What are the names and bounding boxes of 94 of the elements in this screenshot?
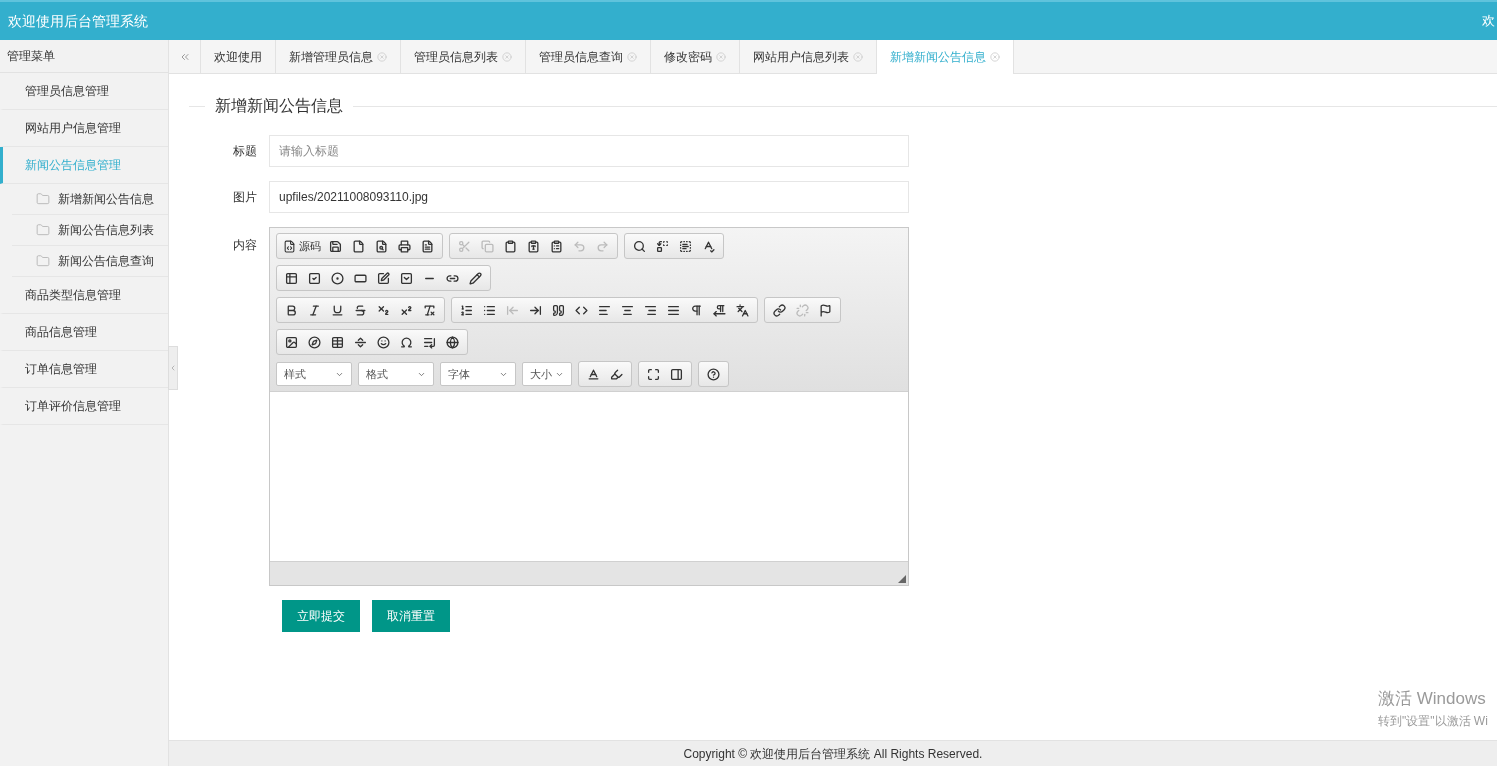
tab[interactable]: 管理员信息列表: [401, 40, 526, 73]
save-icon: [329, 239, 342, 253]
source-button[interactable]: 源码: [280, 235, 324, 257]
form-legend: 新增新闻公告信息: [205, 94, 353, 118]
activation-text: 转到"设置"以激活 Wi: [1378, 712, 1488, 730]
copyright-text: Copyright © 欢迎使用后台管理系统 All Rights Reserved.: [683, 745, 983, 763]
align-right-icon: [644, 303, 657, 317]
form-button[interactable]: 立即提交: [282, 600, 360, 632]
language-icon: [736, 303, 749, 317]
collapse-handle[interactable]: [168, 346, 178, 390]
folder-icon: [36, 254, 50, 268]
underline-icon: [331, 303, 344, 317]
redo-icon: [596, 239, 609, 253]
align-center-icon: [621, 303, 634, 317]
welcome-text: 欢: [1482, 12, 1495, 31]
strikethrough-icon: [354, 303, 367, 317]
form-button[interactable]: 取消重置: [372, 600, 450, 632]
editor-dropdown[interactable]: 字体: [440, 362, 516, 386]
ordered-list-icon: [460, 303, 473, 317]
option-tool-icon: [331, 271, 344, 285]
editor-dropdown[interactable]: 格式: [358, 362, 434, 386]
app-title: 欢迎使用后台管理系统: [8, 11, 148, 31]
special-char-icon: [400, 335, 413, 349]
sidebar-item[interactable]: 商品类型信息管理: [0, 277, 168, 314]
indent-icon: [529, 303, 542, 317]
field-label: 内容: [232, 237, 258, 254]
textarea-icon: [377, 271, 390, 285]
spell-check-icon: [702, 239, 715, 253]
hidden-field-icon: [469, 271, 482, 285]
image-icon: [285, 335, 298, 349]
maximize-icon: [647, 367, 660, 381]
help-icon: [707, 367, 720, 381]
show-blocks-icon: [670, 367, 683, 381]
tab[interactable]: 新增管理员信息: [276, 40, 401, 73]
preview-icon: [375, 239, 388, 253]
anchor-icon: [819, 303, 832, 317]
checkbox-icon: [308, 271, 321, 285]
tab[interactable]: 修改密码: [651, 40, 740, 73]
outdent-icon: [506, 303, 519, 317]
field-label: 图片: [232, 189, 258, 206]
form-icon: [285, 271, 298, 285]
tab[interactable]: 欢迎使用: [201, 40, 276, 73]
search-icon: [633, 239, 646, 253]
justify-icon: [667, 303, 680, 317]
input-field[interactable]: upfiles/20211008093110.jpg: [269, 181, 909, 213]
activation-title: 激活 Windows: [1378, 688, 1487, 710]
editor-dropdown[interactable]: 样式: [276, 362, 352, 386]
select-all-icon: [679, 239, 692, 253]
sidebar-subitem[interactable]: 新闻公告信息查询: [58, 252, 154, 270]
sidebar-subitem[interactable]: 新增新闻公告信息: [58, 190, 154, 208]
subscript-icon: [377, 303, 390, 317]
link-icon: [773, 303, 786, 317]
paste-word-icon: [550, 239, 563, 253]
replace-icon: [656, 239, 669, 253]
paste-icon: [504, 239, 517, 253]
bullet-list-icon: [483, 303, 496, 317]
copy-icon: [481, 239, 494, 253]
text-color-icon: [587, 367, 600, 381]
bold-icon: [285, 303, 298, 317]
sidebar-subitem[interactable]: 新闻公告信息列表: [58, 221, 154, 239]
horizontal-line-icon: [354, 335, 367, 349]
ltr-icon: [690, 303, 703, 317]
sidebar-item[interactable]: 商品信息管理: [0, 314, 168, 351]
sidebar-item[interactable]: 订单评价信息管理: [0, 388, 168, 425]
remove-format-icon: [423, 303, 436, 317]
superscript-icon: [400, 303, 413, 317]
table-icon: [331, 335, 344, 349]
undo-icon: [573, 239, 586, 253]
collapse-icon: [169, 364, 177, 372]
folder-icon: [36, 223, 50, 237]
editor-dropdown[interactable]: 大小: [522, 362, 572, 386]
background-color-icon: [610, 367, 623, 381]
sidebar-item[interactable]: 网站用户信息管理: [0, 110, 168, 147]
align-left-icon: [598, 303, 611, 317]
cut-icon: [458, 239, 471, 253]
quote-icon: [552, 303, 565, 317]
source-icon: [283, 239, 296, 253]
tab[interactable]: 管理员信息查询: [526, 40, 651, 73]
resize-grip-icon[interactable]: [898, 575, 906, 583]
italic-icon: [308, 303, 321, 317]
select-icon: [400, 271, 413, 285]
new-page-icon: [352, 239, 365, 253]
folder-icon: [36, 192, 50, 206]
sidebar-item[interactable]: 管理员信息管理: [0, 73, 168, 110]
paste-text-icon: [527, 239, 540, 253]
field-label: 标题: [232, 143, 258, 160]
rtl-icon: [713, 303, 726, 317]
sidebar-title: 管理菜单: [7, 48, 55, 65]
print-icon: [398, 239, 411, 253]
template-icon: [421, 239, 434, 253]
input-field[interactable]: 请输入标题: [269, 135, 909, 167]
unlink-icon: [796, 303, 809, 317]
page-break-icon: [423, 335, 436, 349]
smiley-icon: [377, 335, 390, 349]
